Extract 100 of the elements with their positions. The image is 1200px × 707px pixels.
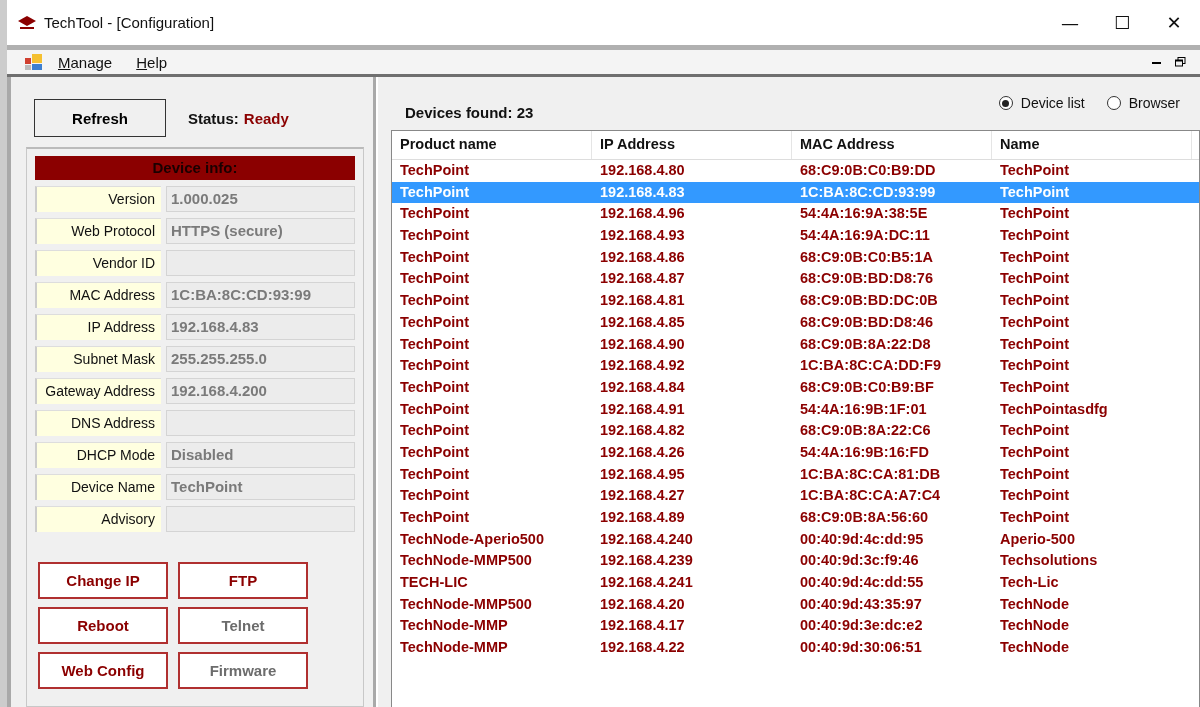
table-cell-text: TechPoint [399, 377, 470, 397]
window-control-button[interactable]: ☐ [1096, 0, 1148, 45]
table-row[interactable]: TECH-LIC 192.168.4.241 00:40:9d:4c:dd:55 Tech-Lic [392, 572, 1199, 594]
table-row[interactable]: TechNode-Aperio500 192.168.4.240 00:40:9d:4c:dd:95 Aperio-500 [392, 528, 1199, 551]
table-cell-text: Techsolutions [999, 551, 1099, 571]
table-cell-text: 192.168.4.90 [599, 334, 686, 354]
field-label: Gateway Address [35, 378, 161, 404]
table-row[interactable]: TechPoint 192.168.4.85 68:C9:0B:BD:D8:46 TechPoint [392, 311, 1199, 334]
table-cell-text: 68:C9:0B:8A:56:60 [799, 508, 930, 527]
column-header[interactable]: Name [992, 131, 1192, 159]
field-label: MAC Address [35, 282, 161, 308]
window-control-button[interactable]: ✕ [1148, 0, 1200, 45]
table-cell-text: TechPoint [399, 421, 470, 441]
table-row[interactable]: TechPoint 192.168.4.87 68:C9:0B:BD:D8:76 TechPoint [392, 268, 1199, 291]
table-cell-text: TechPoint [399, 508, 470, 527]
table-cell-text: TechPoint [999, 182, 1070, 202]
table-row[interactable]: TechPoint 192.168.4.84 68:C9:0B:C0:B9:BF TechPoint [392, 376, 1199, 399]
table-cell-text: 68:C9:0B:BD:D8:46 [799, 312, 934, 332]
table-row[interactable]: TechPoint 192.168.4.82 68:C9:0B:8A:22:C6 TechPoint [392, 420, 1199, 442]
table-cell-text: TechPoint [399, 161, 470, 180]
value-field: 1.000.025 [166, 186, 355, 212]
table-cell-text: TechPoint [399, 442, 470, 462]
table-cell-text: TECH-LIC [399, 573, 469, 593]
table-row[interactable]: TechPoint 192.168.4.91 54:4A:16:9B:1F:01 TechPointasdfg [392, 398, 1199, 421]
action-button[interactable]: Change IP [38, 562, 168, 599]
column-header[interactable]: IP Address [592, 131, 792, 159]
table-cell-text: 192.168.4.92 [599, 356, 686, 376]
table-cell-text: TechPoint [999, 334, 1070, 354]
table-cell-text: TechPoint [399, 312, 470, 332]
table-cell-text: 54:4A:16:9A:DC:11 [799, 226, 931, 246]
table-cell-text: 192.168.4.80 [599, 161, 686, 180]
radio-button[interactable] [1106, 96, 1121, 110]
refresh-button[interactable]: Refresh [34, 99, 166, 137]
table-row[interactable]: TechNode-MMP 192.168.4.17 00:40:9d:3e:dc:e2 TechNode [392, 615, 1199, 638]
table-row[interactable]: TechPoint 192.168.4.26 54:4A:16:9B:16:FD TechPoint [392, 441, 1199, 464]
status-label: Status: [188, 109, 239, 127]
table-cell-text: TechNode [999, 616, 1071, 636]
table-row[interactable]: TechNode-MMP500 192.168.4.239 00:40:9d:3c:f9:46 Techsolutions [392, 550, 1199, 573]
table-cell-text: 192.168.4.27 [599, 486, 686, 506]
table-cell-text: 68:C9:0B:C0:B9:DD [799, 161, 937, 180]
table-cell-text: 192.168.4.85 [599, 312, 686, 332]
table-cell-text: Tech-Lic [999, 573, 1060, 593]
app-menu-icon[interactable] [25, 53, 43, 72]
table-row[interactable]: TechNode-MMP 192.168.4.22 00:40:9d:30:06:51 TechNode [392, 637, 1199, 659]
table-cell-text: 192.168.4.84 [599, 377, 686, 397]
table-cell-text: 54:4A:16:9A:38:5E [799, 204, 929, 224]
field-label: DHCP Mode [35, 442, 161, 468]
action-button[interactable]: FTP [178, 562, 308, 599]
table-cell-text: 192.168.4.240 [599, 529, 694, 549]
value-field: 255.255.255.0 [166, 346, 355, 372]
table-cell-text: TechPoint [999, 508, 1070, 527]
table-row[interactable]: TechPoint 192.168.4.93 54:4A:16:9A:DC:11 TechPoint [392, 225, 1199, 247]
table-row[interactable]: TechPoint 192.168.4.27 1C:BA:8C:CA:A7:C4 TechPoint [392, 485, 1199, 507]
table-row[interactable]: TechPoint 192.168.4.81 68:C9:0B:BD:DC:0B TechPoint [392, 290, 1199, 312]
menu-item[interactable]: Manage [58, 53, 113, 71]
table-cell-text: TechPoint [399, 269, 470, 289]
menu-item[interactable]: Help [136, 53, 168, 71]
field-label: Vendor ID [35, 250, 161, 276]
action-button[interactable]: Reboot [38, 607, 168, 644]
table-cell-text: 192.168.4.82 [599, 421, 686, 441]
table-cell-text: TechPoint [999, 312, 1070, 332]
value-field: 192.168.4.200 [166, 378, 355, 404]
table-row[interactable]: TechPoint 192.168.4.95 1C:BA:8C:CA:81:DB TechPoint [392, 463, 1199, 486]
table-row[interactable]: TechPoint 192.168.4.89 68:C9:0B:8A:56:60 TechPoint [392, 507, 1199, 529]
table-cell-text: TechPoint [999, 226, 1070, 246]
devices-found-label: Devices found: 23 [405, 104, 534, 121]
table-cell-text: TechNode-MMP [399, 638, 509, 658]
window-title: TechTool - [Configuration] [44, 14, 215, 31]
table-cell-text: 68:C9:0B:C0:B9:BF [799, 377, 935, 397]
table-cell-text: TechPoint [999, 291, 1070, 311]
table-cell-text: 192.168.4.91 [599, 399, 686, 419]
value-field: 192.168.4.83 [166, 314, 355, 340]
column-header[interactable]: Product name [392, 131, 592, 159]
radio-button[interactable] [998, 96, 1013, 110]
restore-icon[interactable] [1175, 57, 1186, 68]
table-cell-text: TechNode-MMP [399, 616, 509, 636]
table-row[interactable]: TechPoint 192.168.4.80 68:C9:0B:C0:B9:DD TechPoint [392, 160, 1199, 182]
table-row[interactable]: TechPoint 192.168.4.96 54:4A:16:9A:38:5E TechPoint [392, 203, 1199, 226]
radio-label[interactable]: Browser [1128, 95, 1180, 111]
radio-label[interactable]: Device list [1020, 95, 1085, 111]
minimize-icon[interactable] [1152, 60, 1161, 64]
table-cell-text: TechNode-Aperio500 [399, 529, 545, 549]
table-cell-text: 192.168.4.95 [599, 464, 686, 484]
table-cell-text: 192.168.4.26 [599, 442, 686, 462]
table-cell-text: TechPoint [399, 464, 470, 484]
table-cell-text: 1C:BA:8C:CD:93:99 [799, 182, 937, 202]
table-row[interactable]: TechPoint 192.168.4.86 68:C9:0B:C0:B5:1A TechPoint [392, 246, 1199, 269]
window-control-button[interactable]: — [1044, 0, 1096, 45]
table-row[interactable]: TechPoint 192.168.4.90 68:C9:0B:8A:22:D8 TechPoint [392, 333, 1199, 356]
table-cell-text: TechPoint [399, 486, 470, 506]
table-row[interactable]: TechPoint 192.168.4.92 1C:BA:8C:CA:DD:F9 TechPoint [392, 355, 1199, 377]
table-cell-text: TechPoint [399, 356, 470, 376]
column-header[interactable]: MAC Address [792, 131, 992, 159]
table-cell-text: TechPoint [999, 442, 1070, 462]
table-cell-text: 192.168.4.20 [599, 594, 686, 614]
table-row[interactable]: TechNode-MMP500 192.168.4.20 00:40:9d:43:35:97 TechNode [392, 593, 1199, 616]
table-cell-text: 192.168.4.17 [599, 616, 686, 636]
table-cell-text: TechPoint [999, 377, 1070, 397]
field-label: DNS Address [35, 410, 161, 436]
action-button[interactable]: Web Config [38, 652, 168, 689]
